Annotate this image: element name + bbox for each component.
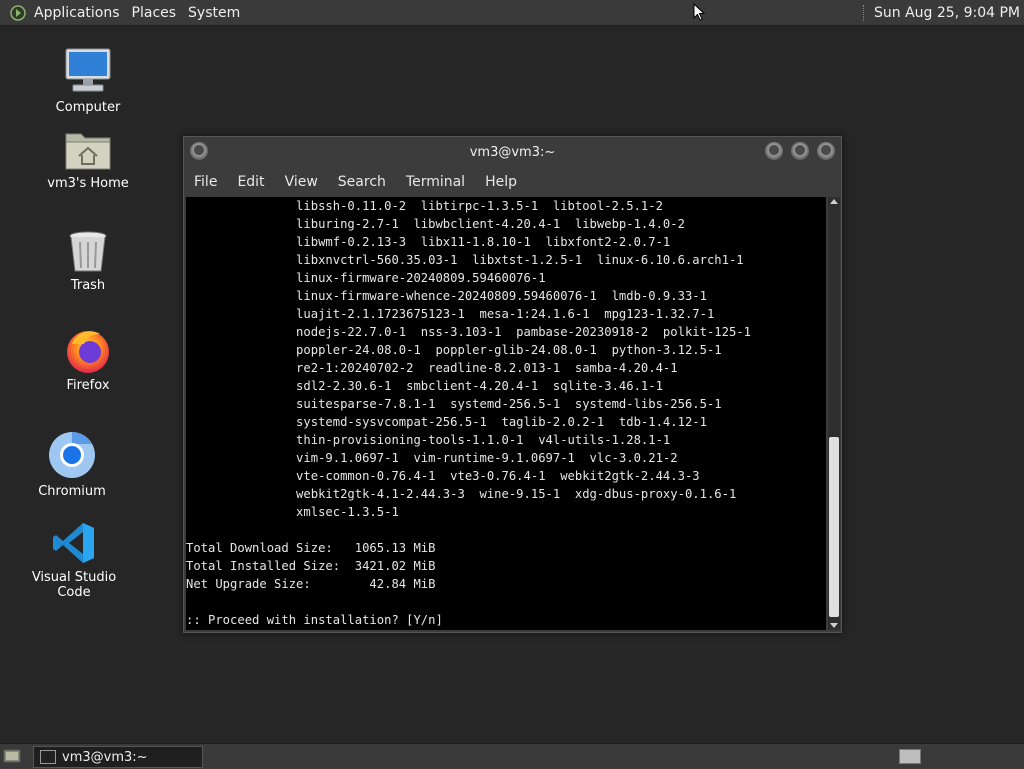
terminal-line: nodejs-22.7.0-1 nss-3.103-1 pambase-2023… bbox=[186, 325, 751, 339]
terminal-line: luajit-2.1.1723675123-1 mesa-1:24.1.6-1 … bbox=[186, 307, 715, 321]
clock-area[interactable]: Sun Aug 25, 9:04 PM bbox=[863, 0, 1020, 25]
terminal-line: libssh-0.11.0-2 libtirpc-1.3.5-1 libtool… bbox=[186, 199, 663, 213]
vscode-icon bbox=[53, 523, 94, 563]
chromium-icon bbox=[49, 432, 95, 478]
desktop-icon-computer[interactable]: Computer bbox=[28, 46, 148, 115]
terminal-line: libxnvctrl-560.35.03-1 libxtst-1.2.5-1 l… bbox=[186, 253, 744, 267]
window-title: vm3@vm3:~ bbox=[469, 145, 556, 160]
clock[interactable]: Sun Aug 25, 9:04 PM bbox=[874, 5, 1020, 21]
desktop-icon-chromium[interactable]: Chromium bbox=[12, 430, 132, 499]
menu-places[interactable]: Places bbox=[126, 5, 183, 21]
terminal-output[interactable]: libssh-0.11.0-2 libtirpc-1.3.5-1 libtool… bbox=[186, 197, 826, 630]
window-titlebar[interactable]: vm3@vm3:~ bbox=[184, 137, 841, 167]
bottom-panel: vm3@vm3:~ bbox=[0, 743, 1024, 769]
taskbar-item-terminal[interactable]: vm3@vm3:~ bbox=[33, 746, 203, 768]
terminal-line: sdl2-2.30.6-1 smbclient-4.20.4-1 sqlite-… bbox=[186, 379, 663, 393]
terminal-line: Net Upgrade Size: 42.84 MiB bbox=[186, 577, 436, 591]
maximize-button[interactable] bbox=[791, 142, 809, 160]
applications-logo-icon[interactable] bbox=[10, 4, 26, 21]
terminal-line: thin-provisioning-tools-1.1.0-1 v4l-util… bbox=[186, 433, 671, 447]
terminal-line: liburing-2.7-1 libwbclient-4.20.4-1 libw… bbox=[186, 217, 685, 231]
terminal-line: vim-9.1.0697-1 vim-runtime-9.1.0697-1 vl… bbox=[186, 451, 678, 465]
terminal-window[interactable]: vm3@vm3:~ File Edit View Search Terminal… bbox=[183, 136, 842, 633]
terminal-line: Total Download Size: 1065.13 MiB bbox=[186, 541, 436, 555]
desktop-icon-label: vm3's Home bbox=[47, 176, 129, 191]
terminal-menubar: File Edit View Search Terminal Help bbox=[184, 169, 841, 195]
menu-edit[interactable]: Edit bbox=[227, 174, 274, 190]
trash-icon bbox=[69, 231, 107, 272]
home-folder-icon bbox=[65, 133, 111, 170]
desktop-icon-firefox[interactable]: Firefox bbox=[28, 326, 148, 393]
terminal-icon bbox=[40, 750, 56, 764]
menu-help[interactable]: Help bbox=[475, 174, 527, 190]
terminal-line: linux-firmware-20240809.59460076-1 bbox=[186, 271, 546, 285]
scroll-up-arrow-icon[interactable] bbox=[830, 199, 838, 204]
desktop-icon-label: Visual Studio Code bbox=[31, 570, 117, 600]
desktop-icon-home[interactable]: vm3's Home bbox=[28, 128, 148, 191]
menu-view[interactable]: View bbox=[275, 174, 328, 190]
close-button[interactable] bbox=[817, 142, 835, 160]
minimize-button[interactable] bbox=[765, 142, 783, 160]
menu-system[interactable]: System bbox=[182, 5, 246, 21]
terminal-line: poppler-24.08.0-1 poppler-glib-24.08.0-1… bbox=[186, 343, 722, 357]
mouse-cursor-icon bbox=[693, 3, 705, 21]
menu-applications[interactable]: Applications bbox=[28, 5, 126, 21]
desktop-icon-vscode[interactable]: Visual Studio Code bbox=[14, 520, 134, 600]
terminal-line: systemd-sysvcompat-256.5-1 taglib-2.0.2-… bbox=[186, 415, 707, 429]
firefox-icon bbox=[67, 331, 109, 373]
terminal-line: :: Proceed with installation? [Y/n] bbox=[186, 613, 443, 627]
terminal-line: xmlsec-1.3.5-1 bbox=[186, 505, 399, 519]
menu-terminal[interactable]: Terminal bbox=[396, 174, 475, 190]
terminal-line: linux-firmware-whence-20240809.59460076-… bbox=[186, 289, 707, 303]
desktop-icon-label: Firefox bbox=[66, 378, 110, 393]
show-desktop-icon[interactable] bbox=[3, 748, 21, 764]
desktop-icon-trash[interactable]: Trash bbox=[28, 228, 148, 293]
computer-icon bbox=[65, 48, 111, 92]
scroll-down-arrow-icon[interactable] bbox=[830, 623, 838, 628]
desktop-icon-label: Trash bbox=[70, 278, 106, 293]
workspace-switcher[interactable] bbox=[899, 749, 921, 764]
desktop-icon-label: Chromium bbox=[38, 484, 106, 499]
menu-file[interactable]: File bbox=[184, 174, 227, 190]
panel-separator bbox=[863, 4, 866, 21]
scrollbar-thumb[interactable] bbox=[829, 437, 839, 617]
terminal-line: libwmf-0.2.13-3 libx11-1.8.10-1 libxfont… bbox=[186, 235, 671, 249]
terminal-line: Total Installed Size: 3421.02 MiB bbox=[186, 559, 436, 573]
terminal-scrollbar[interactable] bbox=[828, 197, 840, 630]
terminal-line: vte-common-0.76.4-1 vte3-0.76.4-1 webkit… bbox=[186, 469, 700, 483]
top-panel: Applications Places System Sun Aug 25, 9… bbox=[0, 0, 1024, 26]
desktop-icon-label: Computer bbox=[55, 100, 121, 115]
terminal-line: re2-1:20240702-2 readline-8.2.013-1 samb… bbox=[186, 361, 678, 375]
terminal-line: webkit2gtk-4.1-2.44.3-3 wine-9.15-1 xdg-… bbox=[186, 487, 737, 501]
taskbar-item-label: vm3@vm3:~ bbox=[62, 749, 148, 765]
menu-search[interactable]: Search bbox=[328, 174, 396, 190]
terminal-line: suitesparse-7.8.1-1 systemd-256.5-1 syst… bbox=[186, 397, 722, 411]
